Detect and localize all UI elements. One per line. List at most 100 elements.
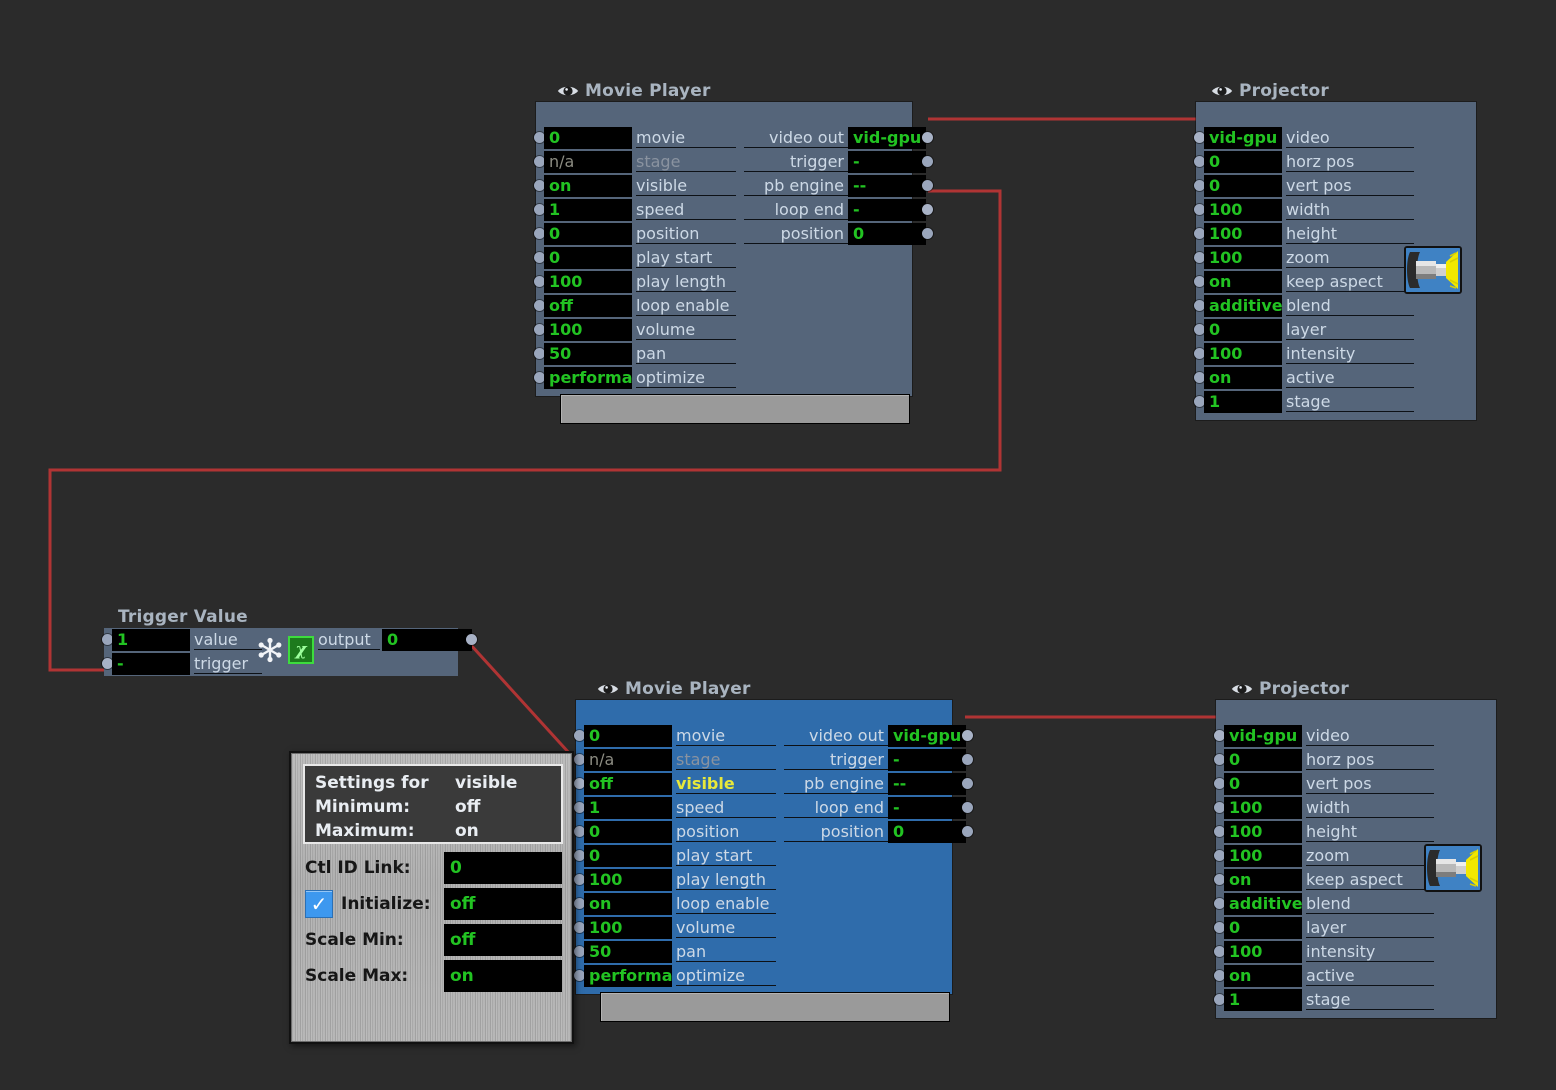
output-value-field[interactable]: 0 <box>848 223 926 245</box>
input-value-field[interactable]: 1 <box>544 199 632 221</box>
input-value-field[interactable]: on <box>544 175 632 197</box>
input-value-field[interactable]: 100 <box>1224 821 1302 843</box>
param-row[interactable]: 0 play start <box>574 844 786 868</box>
param-row[interactable]: additive blend <box>1194 294 1476 318</box>
param-row[interactable]: 100 height <box>1214 820 1496 844</box>
param-row[interactable]: 1 stage <box>1214 988 1496 1012</box>
param-row[interactable]: on loop enable <box>574 892 786 916</box>
param-row[interactable]: off loop enable <box>534 294 746 318</box>
input-value-field[interactable]: on <box>584 893 672 915</box>
movie-scrubber[interactable] <box>560 394 910 424</box>
input-value-field[interactable]: off <box>544 295 632 317</box>
output-port[interactable] <box>922 156 933 167</box>
movie-scrubber[interactable] <box>600 992 950 1022</box>
input-value-field[interactable]: 100 <box>1204 343 1282 365</box>
param-row[interactable]: 1 speed loop end - <box>574 796 973 820</box>
input-value-field[interactable]: 100 <box>544 271 632 293</box>
param-row[interactable]: 0 play start <box>534 246 746 270</box>
output-port[interactable] <box>962 730 973 741</box>
output-port[interactable] <box>962 754 973 765</box>
input-value-field[interactable]: 1 <box>112 629 190 651</box>
param-row[interactable]: additive blend <box>1214 892 1496 916</box>
input-value-field[interactable]: 50 <box>544 343 632 365</box>
output-value-field[interactable]: -- <box>848 175 926 197</box>
input-value-field[interactable]: on <box>1224 965 1302 987</box>
input-value-field[interactable]: 100 <box>1224 845 1302 867</box>
param-row[interactable]: on active <box>1194 366 1476 390</box>
node-movie-player-2[interactable]: Movie Player 0 movie video out vid-gpu n… <box>574 678 973 1022</box>
input-value-field[interactable]: 0 <box>1224 749 1302 771</box>
curve-function-icon[interactable]: χ <box>288 636 314 664</box>
param-row[interactable]: 0 movie video out vid-gpu <box>574 724 973 748</box>
node-body[interactable]: 0 movie video out vid-gpu n/a stage trig… <box>574 700 973 1022</box>
node-body[interactable]: 1 value output 0 - trigger χ <box>102 628 477 676</box>
output-value-field[interactable]: 0 <box>888 821 966 843</box>
input-value-field[interactable]: 0 <box>584 845 672 867</box>
output-value-field[interactable]: vid-gpu <box>888 725 966 747</box>
input-value-field[interactable]: 0 <box>1204 151 1282 173</box>
input-value-field[interactable]: 100 <box>1204 223 1282 245</box>
input-value-field[interactable]: n/a <box>584 749 672 771</box>
scale-max-input[interactable]: on <box>444 960 562 992</box>
param-row[interactable]: 0 position position 0 <box>574 820 973 844</box>
input-value-field[interactable]: 1 <box>1224 989 1302 1011</box>
param-row[interactable]: 0 movie video out vid-gpu <box>534 126 933 150</box>
input-value-field[interactable]: vid-gpu <box>1224 725 1302 747</box>
output-port[interactable] <box>922 180 933 191</box>
input-value-field[interactable]: 1 <box>1204 391 1282 413</box>
input-value-field[interactable]: on <box>1224 869 1302 891</box>
input-value-field[interactable]: performance <box>584 965 672 987</box>
param-row[interactable]: 0 position position 0 <box>534 222 933 246</box>
param-row[interactable]: 100 volume <box>574 916 786 940</box>
input-value-field[interactable]: - <box>112 653 190 675</box>
param-row[interactable]: off visible pb engine -- <box>574 772 973 796</box>
initialize-checkbox[interactable]: ✓ <box>305 890 333 918</box>
input-value-field[interactable]: 100 <box>1204 199 1282 221</box>
node-trigger-value[interactable]: Trigger Value 1 value output 0 - trigger <box>102 606 477 676</box>
input-value-field[interactable]: 0 <box>1224 773 1302 795</box>
input-value-field[interactable]: 0 <box>584 725 672 747</box>
param-row[interactable]: 100 width <box>1194 198 1476 222</box>
input-value-field[interactable]: 0 <box>1204 175 1282 197</box>
param-row[interactable]: 100 play length <box>534 270 746 294</box>
output-value-field[interactable]: - <box>888 797 966 819</box>
input-value-field[interactable]: 50 <box>584 941 672 963</box>
output-port[interactable] <box>922 132 933 143</box>
output-value-field[interactable]: 0 <box>382 629 472 651</box>
input-value-field[interactable]: off <box>584 773 672 795</box>
patch-canvas[interactable]: Movie Player 0 movie video out vid-gpu n… <box>0 0 1556 1090</box>
param-row[interactable]: 0 layer <box>1214 916 1496 940</box>
input-value-field[interactable]: 0 <box>544 247 632 269</box>
input-value-field[interactable]: on <box>1204 367 1282 389</box>
settings-dialog[interactable]: Settings for visible Minimum: off Maximu… <box>289 751 574 1044</box>
output-port[interactable] <box>962 778 973 789</box>
input-value-field[interactable]: n/a <box>544 151 632 173</box>
node-movie-player-1[interactable]: Movie Player 0 movie video out vid-gpu n… <box>534 80 933 424</box>
output-port[interactable] <box>962 802 973 813</box>
output-value-field[interactable]: - <box>888 749 966 771</box>
input-value-field[interactable]: 0 <box>544 223 632 245</box>
input-value-field[interactable]: 1 <box>584 797 672 819</box>
snowflake-icon[interactable] <box>256 636 284 664</box>
param-row[interactable]: 100 play length <box>574 868 786 892</box>
input-value-field[interactable]: 100 <box>584 917 672 939</box>
param-row[interactable]: 0 vert pos <box>1214 772 1496 796</box>
param-row[interactable]: 0 horz pos <box>1194 150 1476 174</box>
param-row[interactable]: performance optimize <box>534 366 746 390</box>
param-row[interactable]: 0 vert pos <box>1194 174 1476 198</box>
param-row[interactable]: 50 pan <box>574 940 786 964</box>
param-row[interactable]: 50 pan <box>534 342 746 366</box>
initialize-input[interactable]: off <box>444 888 562 920</box>
input-value-field[interactable]: 100 <box>1204 247 1282 269</box>
input-value-field[interactable]: additive <box>1204 295 1282 317</box>
param-row[interactable]: 100 intensity <box>1214 940 1496 964</box>
input-value-field[interactable]: 100 <box>544 319 632 341</box>
node-projector-2[interactable]: Projector vid-gpu video 0 horz pos 0 ver… <box>1214 678 1496 1018</box>
param-row[interactable]: 100 height <box>1194 222 1476 246</box>
scale-min-input[interactable]: off <box>444 924 562 956</box>
param-row[interactable]: vid-gpu video <box>1194 126 1476 150</box>
param-row[interactable]: 100 intensity <box>1194 342 1476 366</box>
output-value-field[interactable]: vid-gpu <box>848 127 926 149</box>
node-body[interactable]: vid-gpu video 0 horz pos 0 vert pos 100 … <box>1214 700 1496 1018</box>
input-value-field[interactable]: additive <box>1224 893 1302 915</box>
